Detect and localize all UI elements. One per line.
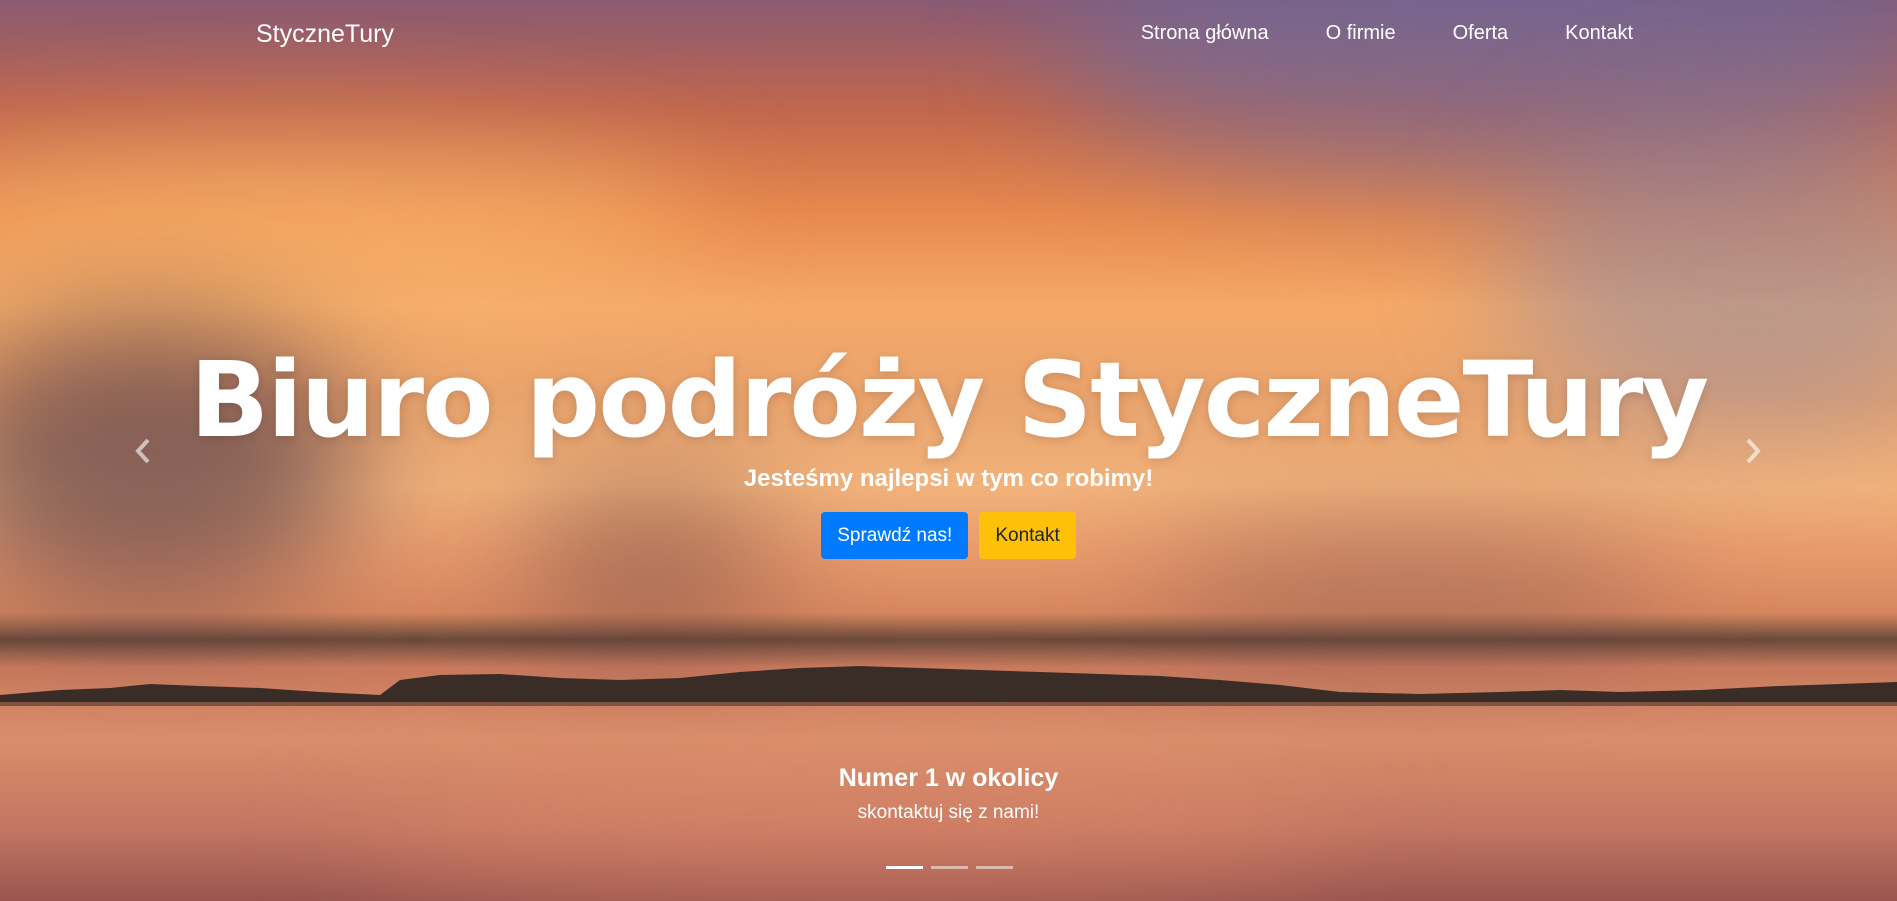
slide-title: Numer 1 w okolicy <box>838 764 1059 792</box>
hero-carousel: StyczneTury Strona główna O firmie Ofert… <box>0 0 1897 901</box>
check-us-button[interactable]: Sprawdź nas! <box>821 512 969 559</box>
slide-caption: Numer 1 w okolicy skontaktuj się z nami! <box>0 760 1897 826</box>
nav-link-offer[interactable]: Oferta <box>1453 22 1509 45</box>
carousel-indicators <box>886 866 1013 869</box>
nav-link-about[interactable]: O firmie <box>1326 22 1396 45</box>
nav-link-contact[interactable]: Kontakt <box>1565 22 1633 45</box>
hero-subtitle: Jesteśmy najlepsi w tym co robimy! <box>743 465 1154 492</box>
islands-silhouette <box>0 666 1897 706</box>
carousel-indicator-1[interactable] <box>886 866 923 869</box>
hero-title: Biuro podróży StyczneTury <box>189 339 1709 461</box>
hero-caption: Biuro podróży StyczneTury Jesteśmy najle… <box>0 338 1897 559</box>
brand-logo[interactable]: StyczneTury <box>256 20 394 49</box>
carousel-indicator-2[interactable] <box>931 866 968 869</box>
sky-gradient <box>0 150 700 290</box>
nav-links: Strona główna O firmie Oferta Kontakt <box>1141 22 1633 45</box>
hero-buttons: Sprawdź nas! Kontakt <box>0 512 1897 559</box>
navbar: StyczneTury Strona główna O firmie Ofert… <box>0 0 1897 70</box>
contact-button[interactable]: Kontakt <box>979 512 1076 559</box>
carousel-indicator-3[interactable] <box>976 866 1013 869</box>
nav-link-home[interactable]: Strona główna <box>1141 22 1269 45</box>
slide-text: skontaktuj się z nami! <box>857 802 1040 823</box>
